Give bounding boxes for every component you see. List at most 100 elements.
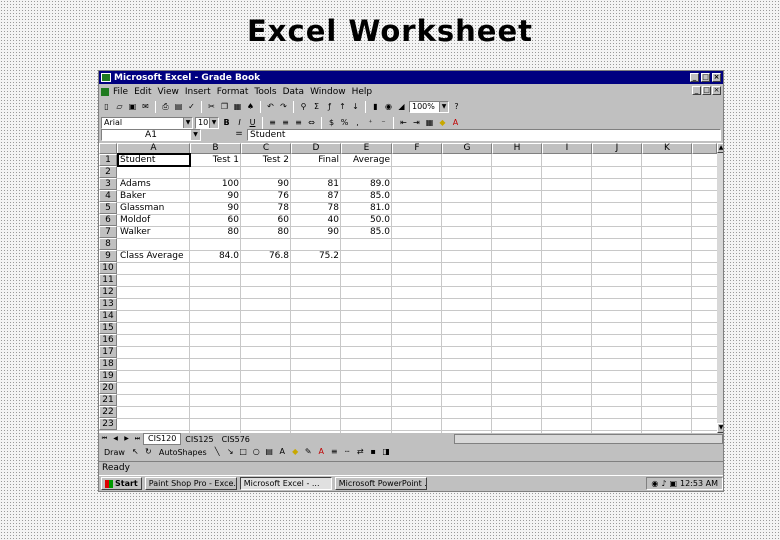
merge-center-icon[interactable]: ⇔ (306, 118, 317, 129)
menu-view[interactable]: View (158, 87, 179, 97)
column-header-d[interactable]: D (291, 143, 341, 154)
minimize-button[interactable]: _ (690, 73, 699, 82)
column-header-h[interactable]: H (492, 143, 542, 154)
cell-b3[interactable]: 100 (190, 178, 241, 190)
cell-c4[interactable]: 76 (241, 190, 291, 202)
cell-d4[interactable]: 87 (291, 190, 341, 202)
column-header-g[interactable]: G (442, 143, 492, 154)
paste-icon[interactable]: ▦ (232, 102, 243, 113)
cell-b7[interactable]: 80 (190, 226, 241, 238)
cell-d1[interactable]: Final (291, 154, 341, 166)
select-all-button[interactable] (99, 143, 117, 154)
sheet-tab-cis120[interactable]: CIS120 (143, 433, 182, 445)
column-header-l[interactable] (692, 143, 717, 154)
menu-help[interactable]: Help (352, 87, 373, 97)
format-painter-icon[interactable]: ♠ (245, 102, 256, 113)
edit-formula-button[interactable]: = (233, 129, 245, 141)
underline-icon[interactable]: U (247, 118, 258, 129)
workbook-minimize-button[interactable]: _ (692, 86, 701, 95)
select-objects-icon[interactable]: ↖ (130, 447, 141, 458)
cell-c1[interactable]: Test 2 (241, 154, 291, 166)
row-header[interactable]: 1 (99, 154, 117, 166)
cell-c5[interactable]: 78 (241, 202, 291, 214)
row-header[interactable]: 20 (99, 382, 117, 394)
free-rotate-icon[interactable]: ↻ (143, 447, 154, 458)
cell-a9[interactable]: Class Average (118, 250, 190, 262)
scroll-up-icon[interactable]: ▲ (717, 143, 723, 153)
taskbar-item-excel[interactable]: Microsoft Excel - ... (239, 477, 332, 490)
row-header[interactable]: 9 (99, 250, 117, 262)
prev-sheet-icon[interactable]: ◀ (110, 434, 121, 445)
font-size-select[interactable]: 10 ▼ (195, 117, 219, 129)
open-icon[interactable]: ▱ (114, 102, 125, 113)
workbook-icon[interactable] (101, 87, 109, 96)
row-header[interactable]: 7 (99, 226, 117, 238)
comma-icon[interactable]: , (352, 118, 363, 129)
increase-decimal-icon[interactable]: ⁺ (365, 118, 376, 129)
3d-icon[interactable]: ◨ (381, 447, 392, 458)
print-icon[interactable]: ⎙ (160, 102, 171, 113)
cell-b4[interactable]: 90 (190, 190, 241, 202)
cell-b1[interactable]: Test 1 (190, 154, 241, 166)
shadow-icon[interactable]: ▪ (368, 447, 379, 458)
column-header-c[interactable]: C (241, 143, 291, 154)
row-header[interactable]: 5 (99, 202, 117, 214)
currency-icon[interactable]: $ (326, 118, 337, 129)
decrease-decimal-icon[interactable]: ⁻ (378, 118, 389, 129)
column-header-k[interactable]: K (642, 143, 692, 154)
close-button[interactable]: × (712, 73, 721, 82)
cell-b6[interactable]: 60 (190, 214, 241, 226)
row-header[interactable]: 15 (99, 322, 117, 334)
cell-a3[interactable]: Adams (118, 178, 190, 190)
tray-icon[interactable]: ▣ (669, 479, 677, 488)
column-header-f[interactable]: F (392, 143, 442, 154)
menu-data[interactable]: Data (283, 87, 305, 97)
cell-d3[interactable]: 81 (291, 178, 341, 190)
row-header[interactable]: 10 (99, 262, 117, 274)
row-header[interactable]: 3 (99, 178, 117, 190)
font-color-icon[interactable]: A (450, 118, 461, 129)
column-header-i[interactable]: I (542, 143, 592, 154)
email-icon[interactable]: ✉ (140, 102, 151, 113)
taskbar-item-paintshop[interactable]: Paint Shop Pro - Exce... (144, 477, 237, 490)
workbook-close-button[interactable]: × (712, 86, 721, 95)
cut-icon[interactable]: ✂ (206, 102, 217, 113)
autosum-icon[interactable]: Σ (311, 102, 322, 113)
formula-input[interactable]: Student (247, 129, 721, 141)
increase-indent-icon[interactable]: ⇥ (411, 118, 422, 129)
first-sheet-icon[interactable]: ⏮ (99, 434, 110, 445)
tray-icon[interactable]: ◉ (651, 479, 658, 488)
percent-icon[interactable]: % (339, 118, 350, 129)
spelling-icon[interactable]: ✓ (186, 102, 197, 113)
window-titlebar[interactable]: Microsoft Excel - Grade Book _ □ × (99, 71, 723, 84)
line-style-icon[interactable]: ≡ (329, 447, 340, 458)
cell-b5[interactable]: 90 (190, 202, 241, 214)
map-icon[interactable]: ◉ (383, 102, 394, 113)
cell-d7[interactable]: 90 (291, 226, 341, 238)
row-header[interactable]: 2 (99, 166, 117, 178)
function-icon[interactable]: ƒ (324, 102, 335, 113)
font-select[interactable]: Arial ▼ (101, 117, 193, 129)
taskbar-item-powerpoint[interactable]: Microsoft PowerPoint ... (334, 477, 427, 490)
start-button[interactable]: Start (101, 477, 142, 490)
cell-c3[interactable]: 90 (241, 178, 291, 190)
line-color-icon[interactable]: ✎ (303, 447, 314, 458)
font-color-icon[interactable]: A (316, 447, 327, 458)
maximize-button[interactable]: □ (701, 73, 710, 82)
cell-a1[interactable]: Student (118, 154, 190, 166)
row-header[interactable]: 18 (99, 358, 117, 370)
line-icon[interactable]: ╲ (212, 447, 223, 458)
redo-icon[interactable]: ↷ (278, 102, 289, 113)
sort-ascending-icon[interactable]: ↑ (337, 102, 348, 113)
scroll-down-icon[interactable]: ▼ (717, 423, 723, 433)
cell-b9[interactable]: 84.0 (190, 250, 241, 262)
last-sheet-icon[interactable]: ⏭ (132, 434, 143, 445)
row-header[interactable]: 8 (99, 238, 117, 250)
cell-e5[interactable]: 81.0 (341, 202, 392, 214)
undo-icon[interactable]: ↶ (265, 102, 276, 113)
tray-icon[interactable]: ♪ (661, 479, 666, 488)
dash-style-icon[interactable]: ┄ (342, 447, 353, 458)
decrease-indent-icon[interactable]: ⇤ (398, 118, 409, 129)
cell-e4[interactable]: 85.0 (341, 190, 392, 202)
row-header[interactable]: 4 (99, 190, 117, 202)
